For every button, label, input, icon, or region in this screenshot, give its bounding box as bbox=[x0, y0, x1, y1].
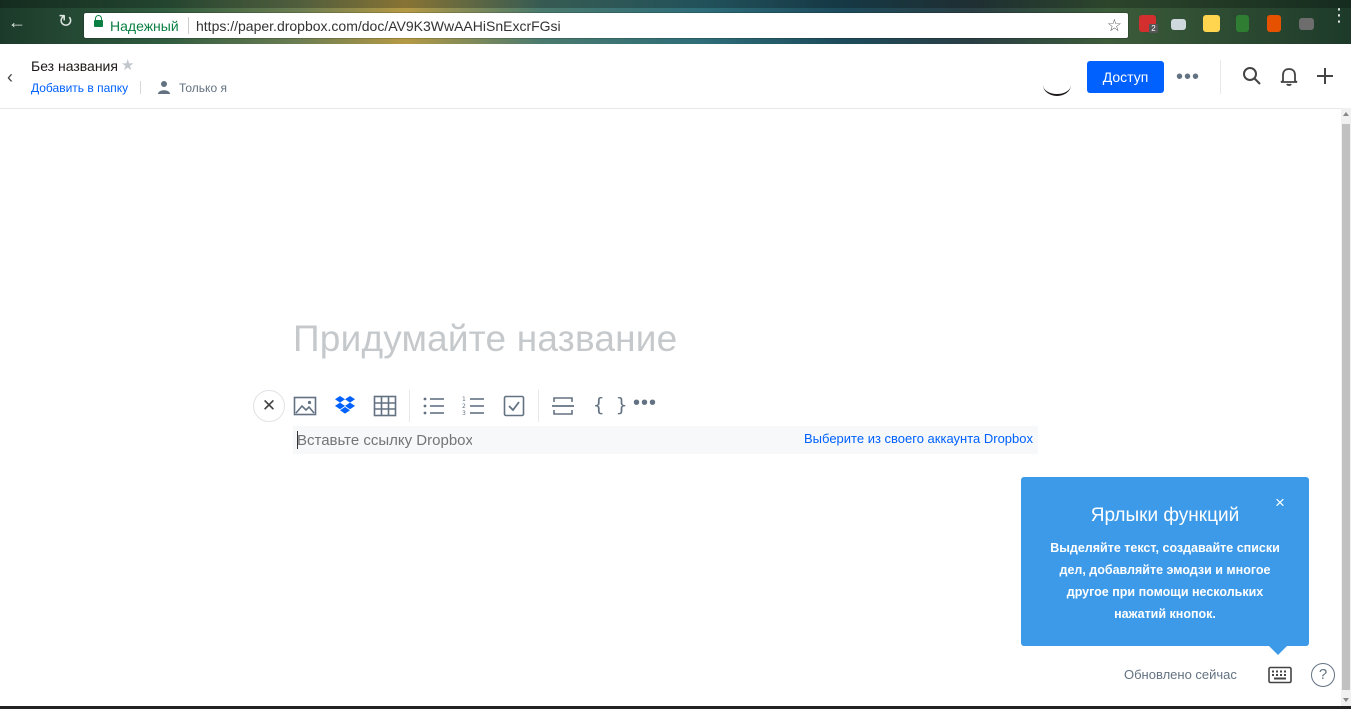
browser-menu-icon[interactable]: ⋮ bbox=[1330, 6, 1348, 24]
header-divider bbox=[140, 81, 141, 94]
svg-text:3: 3 bbox=[462, 410, 466, 417]
toolbar-divider bbox=[538, 390, 539, 422]
secure-label: Надежный bbox=[110, 18, 179, 34]
bookmark-star-icon[interactable]: ☆ bbox=[1107, 16, 1122, 36]
scroll-down-arrow-icon[interactable] bbox=[1343, 698, 1349, 702]
add-to-folder-link[interactable]: Добавить в папку bbox=[31, 81, 128, 95]
divider-insert-icon[interactable] bbox=[551, 394, 575, 418]
browser-toolbar: ← ↻ Надежный https://paper.dropbox.com/d… bbox=[0, 0, 1351, 44]
scrollbar-thumb[interactable] bbox=[1342, 124, 1350, 690]
close-icon: ✕ bbox=[261, 396, 277, 415]
keyboard-icon[interactable] bbox=[1268, 666, 1292, 684]
plus-icon[interactable] bbox=[1315, 66, 1335, 86]
dropbox-link-row: Выберите из своего аккаунта Dropbox bbox=[293, 426, 1038, 454]
svg-text:2: 2 bbox=[462, 403, 466, 410]
choose-from-dropbox-link[interactable]: Выберите из своего аккаунта Dropbox bbox=[804, 431, 1033, 446]
back-chevron-icon[interactable]: ‹ bbox=[7, 67, 13, 88]
toolbar-divider bbox=[409, 390, 410, 422]
adblock-extension-icon[interactable]: 2 bbox=[1139, 15, 1158, 33]
help-button[interactable]: ? bbox=[1311, 663, 1335, 687]
doc-header: ‹ Без названия ★ Добавить в папку Только… bbox=[0, 44, 1351, 109]
header-vertical-divider bbox=[1220, 60, 1221, 94]
mail-extension-icon[interactable] bbox=[1171, 19, 1186, 30]
image-icon[interactable] bbox=[293, 394, 317, 418]
reload-icon[interactable]: ↻ bbox=[58, 12, 73, 30]
tooltip-title: Ярлыки функций bbox=[1090, 505, 1240, 526]
tab-strip[interactable] bbox=[0, 0, 1351, 8]
svg-text:1: 1 bbox=[462, 396, 466, 403]
checklist-icon[interactable] bbox=[502, 394, 526, 418]
favorite-star-icon[interactable]: ★ bbox=[121, 56, 134, 74]
code-block-icon[interactable]: { } bbox=[593, 394, 627, 416]
person-icon bbox=[158, 81, 170, 94]
address-separator bbox=[188, 17, 189, 34]
dropbox-link-input[interactable] bbox=[297, 429, 472, 451]
visibility-label[interactable]: Только я bbox=[179, 81, 227, 95]
scroll-up-arrow-icon[interactable] bbox=[1343, 112, 1349, 116]
table-icon[interactable] bbox=[373, 394, 397, 418]
envelope-extension-icon[interactable] bbox=[1299, 18, 1314, 30]
dropbox-icon[interactable] bbox=[333, 394, 357, 418]
last-updated-status: Обновлено сейчас bbox=[1124, 667, 1237, 682]
extension-badge: 2 bbox=[1149, 24, 1158, 33]
search-icon[interactable] bbox=[1242, 66, 1262, 86]
more-insert-options-button[interactable]: ••• bbox=[633, 392, 657, 415]
doc-title[interactable]: Без названия bbox=[31, 58, 118, 74]
doc-title-placeholder[interactable]: Придумайте название bbox=[293, 318, 677, 360]
share-button[interactable]: Доступ bbox=[1087, 61, 1164, 93]
bell-icon[interactable] bbox=[1279, 66, 1299, 86]
close-toolbar-button[interactable]: ✕ bbox=[253, 390, 285, 422]
address-bar[interactable]: Надежный https://paper.dropbox.com/doc/A… bbox=[84, 13, 1128, 38]
feature-shortcuts-tooltip: × Ярлыки функций Выделяйте текст, создав… bbox=[1021, 477, 1309, 655]
url-text[interactable]: https://paper.dropbox.com/doc/AV9K3WwAAH… bbox=[196, 18, 561, 34]
back-arrow-icon[interactable]: ← bbox=[8, 13, 26, 31]
tooltip-body: Выделяйте текст, создавайте списки дел, … bbox=[1050, 541, 1280, 621]
office-extension-icon[interactable] bbox=[1267, 15, 1281, 32]
more-options-button[interactable]: ••• bbox=[1176, 66, 1200, 89]
loading-spinner bbox=[1043, 74, 1071, 96]
image-extension-icon[interactable] bbox=[1203, 15, 1220, 32]
numbered-list-icon[interactable]: 123 bbox=[462, 394, 486, 418]
text-caret bbox=[297, 431, 298, 449]
lock-icon bbox=[94, 15, 103, 27]
page-scrollbar[interactable] bbox=[1341, 108, 1351, 709]
bulleted-list-icon[interactable] bbox=[422, 394, 446, 418]
shield-extension-icon[interactable] bbox=[1236, 15, 1249, 32]
